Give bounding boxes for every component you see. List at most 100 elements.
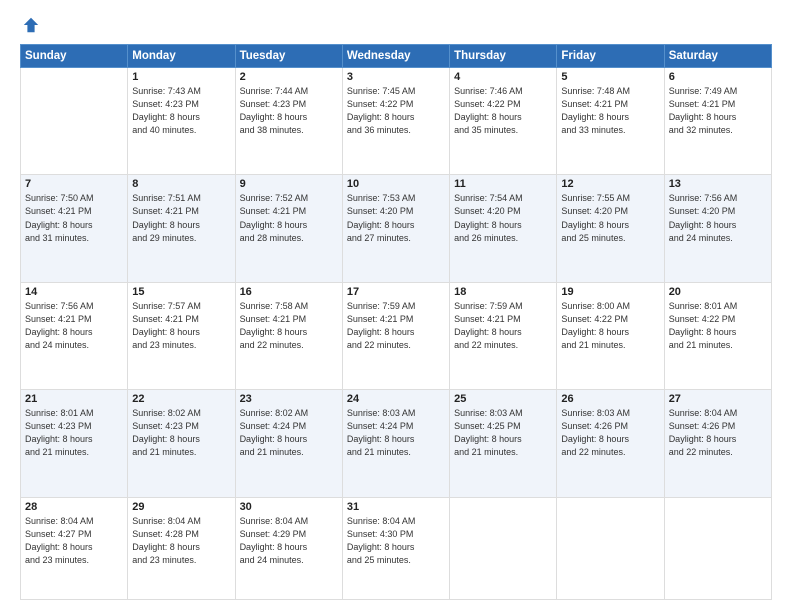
header — [20, 18, 772, 34]
day-info: Sunrise: 8:02 AM Sunset: 4:24 PM Dayligh… — [240, 407, 338, 459]
day-number: 30 — [240, 501, 338, 513]
day-number: 6 — [669, 71, 767, 83]
day-info: Sunrise: 7:48 AM Sunset: 4:21 PM Dayligh… — [561, 85, 659, 137]
calendar-cell: 22Sunrise: 8:02 AM Sunset: 4:23 PM Dayli… — [128, 390, 235, 497]
day-number: 7 — [25, 178, 123, 190]
day-number: 18 — [454, 286, 552, 298]
day-number: 3 — [347, 71, 445, 83]
calendar-cell — [664, 497, 771, 599]
calendar-cell: 9 Sunrise: 7:52 AM Sunset: 4:21 PM Daylig… — [235, 175, 342, 282]
day-info: Sunrise: 7:55 AM Sunset: 4:20 PM Dayligh… — [561, 192, 659, 244]
day-info: Sunrise: 8:04 AM Sunset: 4:29 PM Dayligh… — [240, 515, 338, 567]
day-number: 5 — [561, 71, 659, 83]
day-info: Sunrise: 7:59 AM Sunset: 4:21 PM Dayligh… — [347, 300, 445, 352]
day-info: Sunrise: 8:00 AM Sunset: 4:22 PM Dayligh… — [561, 300, 659, 352]
day-number: 10 — [347, 178, 445, 190]
day-info: Sunrise: 7:43 AM Sunset: 4:23 PM Dayligh… — [132, 85, 230, 137]
calendar-cell: 31 Sunrise: 8:04 AM Sunset: 4:30 PM Dayli… — [342, 497, 449, 599]
calendar-cell: 20 Sunrise: 8:01 AM Sunset: 4:22 PM Dayli… — [664, 282, 771, 389]
col-header-friday: Friday — [557, 45, 664, 68]
calendar-cell: 10 Sunrise: 7:53 AM Sunset: 4:20 PM Dayli… — [342, 175, 449, 282]
calendar-cell — [450, 497, 557, 599]
header-row: SundayMondayTuesdayWednesdayThursdayFrid… — [21, 45, 772, 68]
day-info: Sunrise: 7:45 AM Sunset: 4:22 PM Dayligh… — [347, 85, 445, 137]
calendar-cell: 1 Sunrise: 7:43 AM Sunset: 4:23 PM Daylig… — [128, 68, 235, 175]
day-number: 12 — [561, 178, 659, 190]
calendar-cell: 5 Sunrise: 7:48 AM Sunset: 4:21 PM Daylig… — [557, 68, 664, 175]
day-info: Sunrise: 8:04 AM Sunset: 4:28 PM Dayligh… — [132, 515, 230, 567]
day-info: Sunrise: 8:01 AM Sunset: 4:23 PM Dayligh… — [25, 407, 123, 459]
day-number: 27 — [669, 393, 767, 405]
calendar-cell: 11 Sunrise: 7:54 AM Sunset: 4:20 PM Dayli… — [450, 175, 557, 282]
day-number: 28 — [25, 501, 123, 513]
day-number: 16 — [240, 286, 338, 298]
calendar-week-2: 7 Sunrise: 7:50 AM Sunset: 4:21 PM Daylig… — [21, 175, 772, 282]
calendar-cell: 13Sunrise: 7:56 AM Sunset: 4:20 PM Dayli… — [664, 175, 771, 282]
day-info: Sunrise: 8:04 AM Sunset: 4:26 PM Dayligh… — [669, 407, 767, 459]
calendar-cell — [21, 68, 128, 175]
day-info: Sunrise: 7:57 AM Sunset: 4:21 PM Dayligh… — [132, 300, 230, 352]
day-info: Sunrise: 8:03 AM Sunset: 4:25 PM Dayligh… — [454, 407, 552, 459]
day-number: 8 — [132, 178, 230, 190]
day-number: 21 — [25, 393, 123, 405]
calendar-cell: 15 Sunrise: 7:57 AM Sunset: 4:21 PM Dayli… — [128, 282, 235, 389]
day-number: 25 — [454, 393, 552, 405]
logo — [20, 18, 40, 34]
day-number: 2 — [240, 71, 338, 83]
col-header-tuesday: Tuesday — [235, 45, 342, 68]
day-number: 9 — [240, 178, 338, 190]
day-info: Sunrise: 8:03 AM Sunset: 4:24 PM Dayligh… — [347, 407, 445, 459]
calendar-cell: 14 Sunrise: 7:56 AM Sunset: 4:21 PM Dayli… — [21, 282, 128, 389]
day-number: 4 — [454, 71, 552, 83]
day-number: 15 — [132, 286, 230, 298]
col-header-saturday: Saturday — [664, 45, 771, 68]
calendar-cell: 7 Sunrise: 7:50 AM Sunset: 4:21 PM Daylig… — [21, 175, 128, 282]
calendar-table: SundayMondayTuesdayWednesdayThursdayFrid… — [20, 44, 772, 600]
day-number: 31 — [347, 501, 445, 513]
day-info: Sunrise: 7:50 AM Sunset: 4:21 PM Dayligh… — [25, 192, 123, 244]
calendar-cell: 16 Sunrise: 7:58 AM Sunset: 4:21 PM Dayli… — [235, 282, 342, 389]
calendar-cell: 23 Sunrise: 8:02 AM Sunset: 4:24 PM Dayli… — [235, 390, 342, 497]
day-info: Sunrise: 8:02 AM Sunset: 4:23 PM Dayligh… — [132, 407, 230, 459]
day-info: Sunrise: 7:49 AM Sunset: 4:21 PM Dayligh… — [669, 85, 767, 137]
calendar-cell: 30 Sunrise: 8:04 AM Sunset: 4:29 PM Dayli… — [235, 497, 342, 599]
calendar-week-4: 21 Sunrise: 8:01 AM Sunset: 4:23 PM Dayli… — [21, 390, 772, 497]
day-info: Sunrise: 8:01 AM Sunset: 4:22 PM Dayligh… — [669, 300, 767, 352]
day-number: 29 — [132, 501, 230, 513]
day-info: Sunrise: 7:53 AM Sunset: 4:20 PM Dayligh… — [347, 192, 445, 244]
calendar-cell: 27 Sunrise: 8:04 AM Sunset: 4:26 PM Dayli… — [664, 390, 771, 497]
calendar-cell: 3 Sunrise: 7:45 AM Sunset: 4:22 PM Daylig… — [342, 68, 449, 175]
calendar-cell: 4 Sunrise: 7:46 AM Sunset: 4:22 PM Daylig… — [450, 68, 557, 175]
day-info: Sunrise: 7:51 AM Sunset: 4:21 PM Dayligh… — [132, 192, 230, 244]
day-info: Sunrise: 7:44 AM Sunset: 4:23 PM Dayligh… — [240, 85, 338, 137]
calendar-cell: 8 Sunrise: 7:51 AM Sunset: 4:21 PM Daylig… — [128, 175, 235, 282]
day-number: 14 — [25, 286, 123, 298]
day-info: Sunrise: 8:04 AM Sunset: 4:30 PM Dayligh… — [347, 515, 445, 567]
calendar-cell: 28 Sunrise: 8:04 AM Sunset: 4:27 PM Dayli… — [21, 497, 128, 599]
day-number: 20 — [669, 286, 767, 298]
day-number: 26 — [561, 393, 659, 405]
day-number: 19 — [561, 286, 659, 298]
day-number: 1 — [132, 71, 230, 83]
col-header-monday: Monday — [128, 45, 235, 68]
col-header-wednesday: Wednesday — [342, 45, 449, 68]
day-number: 13 — [669, 178, 767, 190]
calendar-cell: 18Sunrise: 7:59 AM Sunset: 4:21 PM Dayli… — [450, 282, 557, 389]
calendar-cell: 29 Sunrise: 8:04 AM Sunset: 4:28 PM Dayli… — [128, 497, 235, 599]
day-number: 17 — [347, 286, 445, 298]
day-info: Sunrise: 7:52 AM Sunset: 4:21 PM Dayligh… — [240, 192, 338, 244]
calendar-cell: 17 Sunrise: 7:59 AM Sunset: 4:21 PM Dayli… — [342, 282, 449, 389]
day-info: Sunrise: 7:56 AM Sunset: 4:21 PM Dayligh… — [25, 300, 123, 352]
col-header-sunday: Sunday — [21, 45, 128, 68]
day-number: 11 — [454, 178, 552, 190]
calendar-cell: 24Sunrise: 8:03 AM Sunset: 4:24 PM Dayli… — [342, 390, 449, 497]
logo-icon — [22, 16, 40, 34]
day-info: Sunrise: 7:54 AM Sunset: 4:20 PM Dayligh… — [454, 192, 552, 244]
day-info: Sunrise: 7:46 AM Sunset: 4:22 PM Dayligh… — [454, 85, 552, 137]
calendar-cell — [557, 497, 664, 599]
calendar-week-3: 14 Sunrise: 7:56 AM Sunset: 4:21 PM Dayli… — [21, 282, 772, 389]
calendar-cell: 21 Sunrise: 8:01 AM Sunset: 4:23 PM Dayli… — [21, 390, 128, 497]
day-number: 23 — [240, 393, 338, 405]
day-info: Sunrise: 7:58 AM Sunset: 4:21 PM Dayligh… — [240, 300, 338, 352]
day-info: Sunrise: 8:04 AM Sunset: 4:27 PM Dayligh… — [25, 515, 123, 567]
